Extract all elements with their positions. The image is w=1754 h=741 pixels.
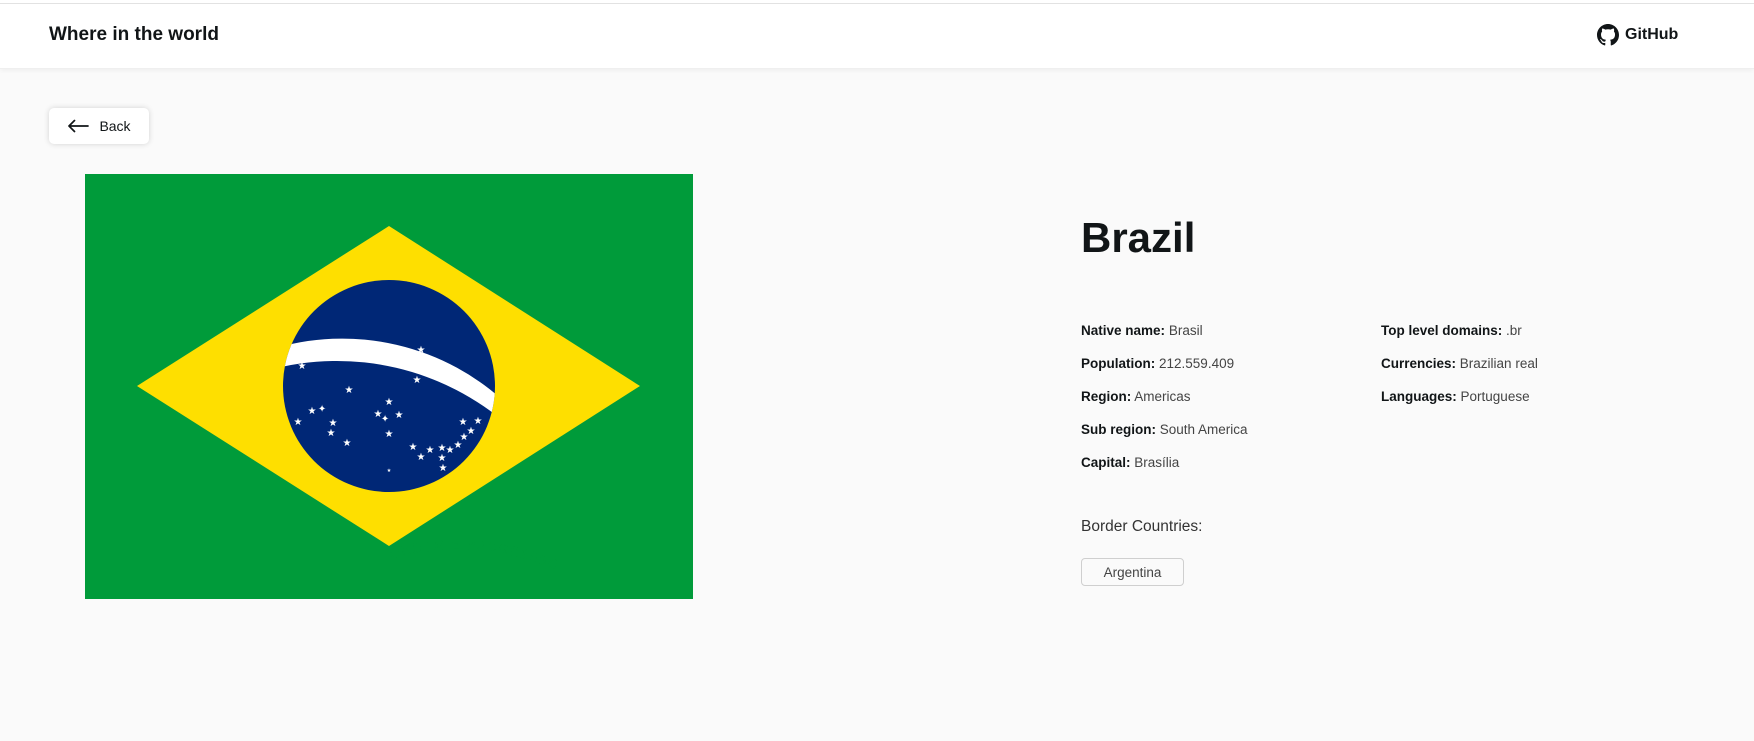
detail-region: Region: Americas bbox=[1081, 388, 1248, 421]
detail-native-name: Native name: Brasil bbox=[1081, 322, 1248, 355]
arrow-left-icon bbox=[68, 119, 90, 133]
svg-text:★: ★ bbox=[413, 375, 422, 386]
detail-currencies: Currencies: Brazilian real bbox=[1381, 355, 1538, 388]
detail-label: Currencies: bbox=[1381, 356, 1457, 371]
svg-text:★: ★ bbox=[385, 429, 394, 440]
svg-text:★: ★ bbox=[294, 417, 303, 428]
detail-value: Americas bbox=[1134, 389, 1191, 404]
detail-top-level-domains: Top level domains: .br bbox=[1381, 322, 1538, 355]
detail-label: Capital: bbox=[1081, 455, 1131, 470]
detail-label: Languages: bbox=[1381, 389, 1457, 404]
detail-value: .br bbox=[1506, 323, 1522, 338]
detail-label: Population: bbox=[1081, 356, 1156, 371]
back-button[interactable]: Back bbox=[49, 108, 149, 144]
github-label: GitHub bbox=[1625, 26, 1679, 43]
details-left: Native name: Brasil Population: 212.559.… bbox=[1081, 322, 1248, 487]
country-name: Brazil bbox=[1081, 214, 1196, 261]
svg-text:★: ★ bbox=[474, 416, 483, 427]
svg-text:★: ★ bbox=[343, 438, 352, 449]
svg-text:★: ★ bbox=[417, 452, 426, 463]
detail-value: Brasil bbox=[1168, 323, 1203, 338]
detail-value: Portuguese bbox=[1460, 389, 1530, 404]
svg-text:★: ★ bbox=[387, 468, 392, 474]
detail-value: South America bbox=[1159, 422, 1248, 437]
svg-text:★: ★ bbox=[417, 345, 426, 356]
detail-sub-region: Sub region: South America bbox=[1081, 421, 1248, 454]
svg-text:★: ★ bbox=[439, 463, 448, 474]
app-header: Where in the world GitHub bbox=[0, 4, 1754, 69]
country-flag: ORDEM E PROGRESSO ★ ★ ★ ★ ✦ ★ ★ ★ ★ ★ ✦ … bbox=[85, 174, 693, 599]
svg-text:★: ★ bbox=[345, 385, 354, 396]
svg-text:★: ★ bbox=[308, 406, 317, 417]
svg-text:★: ★ bbox=[467, 426, 476, 437]
github-icon bbox=[1597, 24, 1619, 46]
svg-text:★: ★ bbox=[385, 397, 394, 408]
svg-text:★: ★ bbox=[395, 410, 404, 421]
border-country-button[interactable]: Argentina bbox=[1081, 558, 1184, 586]
github-link[interactable]: GitHub bbox=[1597, 24, 1678, 46]
svg-text:★: ★ bbox=[327, 428, 336, 439]
detail-value: Brazilian real bbox=[1459, 356, 1538, 371]
detail-value: Brasília bbox=[1134, 455, 1180, 470]
svg-text:★: ★ bbox=[426, 445, 435, 456]
detail-label: Native name: bbox=[1081, 323, 1166, 338]
detail-population: Population: 212.559.409 bbox=[1081, 355, 1248, 388]
back-label: Back bbox=[99, 118, 131, 134]
svg-text:★: ★ bbox=[459, 417, 468, 428]
svg-text:✦: ✦ bbox=[318, 404, 326, 415]
detail-label: Top level domains: bbox=[1381, 323, 1503, 338]
app-title[interactable]: Where in the world bbox=[49, 24, 219, 46]
svg-text:★: ★ bbox=[298, 361, 307, 372]
svg-text:✦: ✦ bbox=[381, 414, 389, 425]
details-right: Top level domains: .br Currencies: Brazi… bbox=[1381, 322, 1538, 421]
detail-value: 212.559.409 bbox=[1159, 356, 1235, 371]
detail-label: Region: bbox=[1081, 389, 1132, 404]
detail-capital: Capital: Brasília bbox=[1081, 454, 1248, 487]
border-countries-title: Border Countries: bbox=[1081, 518, 1203, 535]
detail-languages: Languages: Portuguese bbox=[1381, 388, 1538, 421]
detail-label: Sub region: bbox=[1081, 422, 1156, 437]
